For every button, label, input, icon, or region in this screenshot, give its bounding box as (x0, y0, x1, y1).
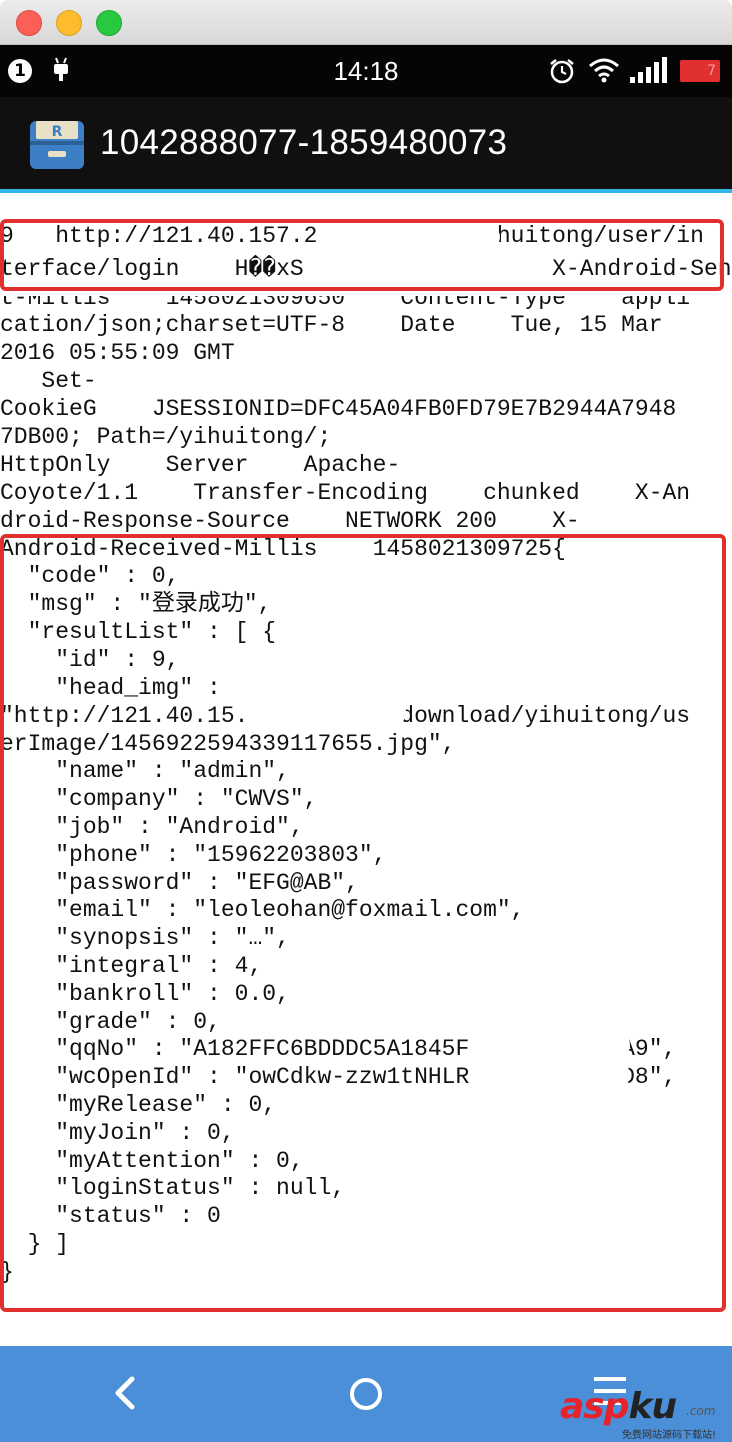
page-title: 1042888077-1859480073 (100, 123, 508, 162)
response-line: Coyote/1.1 Transfer-Encoding chunked X-A… (0, 480, 691, 506)
zoom-window-button[interactable] (96, 10, 122, 36)
watermark-asp: asp (560, 1386, 629, 1427)
window-titlebar (0, 0, 732, 45)
response-line: cation/json;charset=UTF-8 Date Tue, 15 M… (0, 312, 663, 338)
signal-strength-icon (630, 57, 667, 83)
app-drawer-icon: R (30, 121, 84, 169)
android-status-bar: 1 14:18 7 (0, 45, 732, 97)
app-action-bar: R 1042888077-1859480073 (0, 97, 732, 193)
alarm-icon (550, 59, 574, 84)
response-line: droid-Response-Source NETWORK 200 X- (0, 508, 580, 534)
minimize-window-button[interactable] (56, 10, 82, 36)
url-highlight-box (0, 219, 724, 291)
response-line: HttpOnly Server Apache- (0, 452, 401, 478)
watermark-logo: aspku (560, 1386, 678, 1427)
watermark-domain: .com (686, 1404, 716, 1418)
back-icon[interactable] (110, 1376, 140, 1410)
watermark-ku: ku (628, 1386, 678, 1427)
close-window-button[interactable] (16, 10, 42, 36)
wifi-icon (589, 58, 619, 83)
response-line: CookieG JSESSIONID=DFC45A04FB0FD79E7B294… (0, 396, 677, 422)
watermark-tagline: 免费网站源码下载站! (622, 1430, 717, 1441)
json-body-highlight-box (0, 534, 726, 1312)
svg-text:R: R (52, 124, 63, 140)
response-line: 7DB00; Path=/yihuitong/; (0, 424, 332, 450)
site-watermark: aspku .com 免费网站源码下载站! (560, 1386, 732, 1442)
response-line: 2016 05:55:09 GMT (0, 340, 235, 366)
response-line: Set- (0, 368, 97, 394)
battery-icon: 7 (680, 60, 720, 82)
home-icon[interactable] (348, 1376, 384, 1412)
clock-time: 14:18 (333, 56, 399, 86)
